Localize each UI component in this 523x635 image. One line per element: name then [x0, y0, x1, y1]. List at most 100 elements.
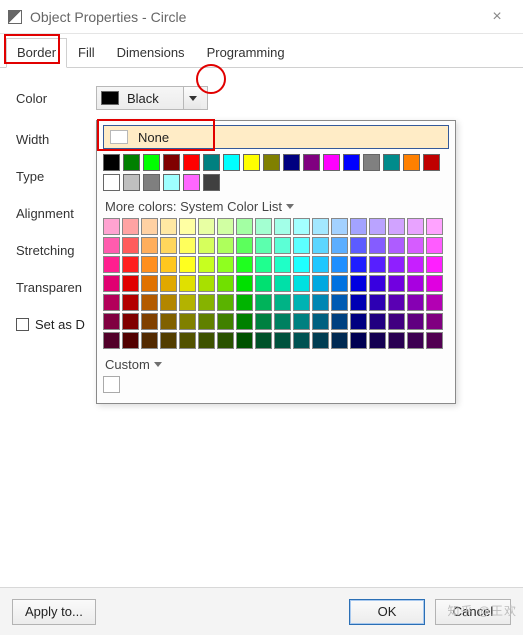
palette-swatch[interactable]	[179, 313, 196, 330]
palette-swatch[interactable]	[198, 332, 215, 349]
palette-swatch[interactable]	[350, 218, 367, 235]
palette-swatch[interactable]	[388, 332, 405, 349]
palette-swatch[interactable]	[331, 275, 348, 292]
palette-swatch[interactable]	[217, 218, 234, 235]
palette-swatch[interactable]	[255, 275, 272, 292]
palette-swatch[interactable]	[203, 154, 220, 171]
palette-swatch[interactable]	[274, 294, 291, 311]
palette-swatch[interactable]	[369, 294, 386, 311]
palette-swatch[interactable]	[236, 275, 253, 292]
palette-swatch[interactable]	[369, 313, 386, 330]
palette-swatch[interactable]	[426, 218, 443, 235]
palette-swatch[interactable]	[160, 256, 177, 273]
tab-fill[interactable]: Fill	[67, 38, 106, 68]
tab-programming[interactable]: Programming	[196, 38, 296, 68]
palette-swatch[interactable]	[331, 218, 348, 235]
palette-swatch[interactable]	[255, 218, 272, 235]
palette-swatch[interactable]	[217, 256, 234, 273]
palette-swatch[interactable]	[143, 154, 160, 171]
palette-swatch[interactable]	[103, 313, 120, 330]
palette-swatch[interactable]	[141, 275, 158, 292]
palette-swatch[interactable]	[383, 154, 400, 171]
more-colors-header[interactable]: More colors: System Color List	[105, 199, 449, 214]
palette-swatch[interactable]	[123, 154, 140, 171]
palette-swatch[interactable]	[122, 275, 139, 292]
palette-swatch[interactable]	[255, 237, 272, 254]
palette-swatch[interactable]	[369, 332, 386, 349]
palette-swatch[interactable]	[312, 237, 329, 254]
palette-swatch[interactable]	[369, 218, 386, 235]
tab-dimensions[interactable]: Dimensions	[106, 38, 196, 68]
palette-swatch[interactable]	[407, 256, 424, 273]
palette-swatch[interactable]	[179, 275, 196, 292]
apply-to-button[interactable]: Apply to...	[12, 599, 96, 625]
palette-swatch[interactable]	[236, 294, 253, 311]
palette-swatch[interactable]	[122, 218, 139, 235]
palette-swatch[interactable]	[331, 294, 348, 311]
palette-swatch[interactable]	[217, 294, 234, 311]
palette-swatch[interactable]	[203, 174, 220, 191]
palette-swatch[interactable]	[388, 218, 405, 235]
palette-swatch[interactable]	[426, 256, 443, 273]
set-as-default-checkbox[interactable]	[16, 318, 29, 331]
palette-swatch[interactable]	[122, 313, 139, 330]
palette-swatch[interactable]	[163, 154, 180, 171]
palette-swatch[interactable]	[103, 154, 120, 171]
palette-swatch[interactable]	[293, 294, 310, 311]
palette-swatch[interactable]	[198, 237, 215, 254]
palette-swatch[interactable]	[122, 256, 139, 273]
palette-swatch[interactable]	[312, 275, 329, 292]
palette-swatch[interactable]	[160, 237, 177, 254]
palette-swatch[interactable]	[255, 294, 272, 311]
palette-swatch[interactable]	[403, 154, 420, 171]
palette-swatch[interactable]	[426, 313, 443, 330]
palette-swatch[interactable]	[263, 154, 280, 171]
palette-swatch[interactable]	[293, 332, 310, 349]
palette-swatch[interactable]	[223, 154, 240, 171]
palette-swatch[interactable]	[198, 313, 215, 330]
palette-swatch[interactable]	[179, 294, 196, 311]
palette-swatch[interactable]	[293, 256, 310, 273]
palette-swatch[interactable]	[141, 218, 158, 235]
palette-swatch[interactable]	[236, 313, 253, 330]
palette-swatch[interactable]	[331, 256, 348, 273]
palette-swatch[interactable]	[198, 256, 215, 273]
palette-swatch[interactable]	[331, 237, 348, 254]
palette-swatch[interactable]	[350, 275, 367, 292]
palette-swatch[interactable]	[369, 256, 386, 273]
palette-swatch[interactable]	[388, 256, 405, 273]
palette-swatch[interactable]	[303, 154, 320, 171]
palette-swatch[interactable]	[217, 332, 234, 349]
palette-swatch[interactable]	[283, 154, 300, 171]
palette-swatch[interactable]	[274, 313, 291, 330]
palette-swatch[interactable]	[350, 332, 367, 349]
palette-swatch[interactable]	[350, 256, 367, 273]
palette-swatch[interactable]	[103, 174, 120, 191]
cancel-button[interactable]: Cancel	[435, 599, 511, 625]
palette-swatch[interactable]	[243, 154, 260, 171]
palette-swatch[interactable]	[423, 154, 440, 171]
palette-swatch[interactable]	[407, 275, 424, 292]
palette-swatch[interactable]	[160, 294, 177, 311]
palette-swatch[interactable]	[274, 275, 291, 292]
palette-swatch[interactable]	[217, 237, 234, 254]
close-icon[interactable]: ×	[479, 8, 515, 26]
palette-swatch[interactable]	[236, 332, 253, 349]
palette-swatch[interactable]	[407, 237, 424, 254]
palette-swatch[interactable]	[236, 256, 253, 273]
palette-swatch[interactable]	[407, 313, 424, 330]
palette-swatch[interactable]	[103, 275, 120, 292]
palette-swatch[interactable]	[312, 218, 329, 235]
palette-swatch[interactable]	[312, 313, 329, 330]
custom-header[interactable]: Custom	[105, 357, 449, 372]
palette-swatch[interactable]	[179, 237, 196, 254]
palette-swatch[interactable]	[331, 313, 348, 330]
palette-swatch[interactable]	[343, 154, 360, 171]
palette-swatch[interactable]	[236, 218, 253, 235]
palette-swatch[interactable]	[312, 332, 329, 349]
palette-swatch[interactable]	[426, 237, 443, 254]
palette-swatch[interactable]	[255, 313, 272, 330]
palette-swatch[interactable]	[123, 174, 140, 191]
palette-swatch[interactable]	[236, 237, 253, 254]
palette-swatch[interactable]	[426, 294, 443, 311]
